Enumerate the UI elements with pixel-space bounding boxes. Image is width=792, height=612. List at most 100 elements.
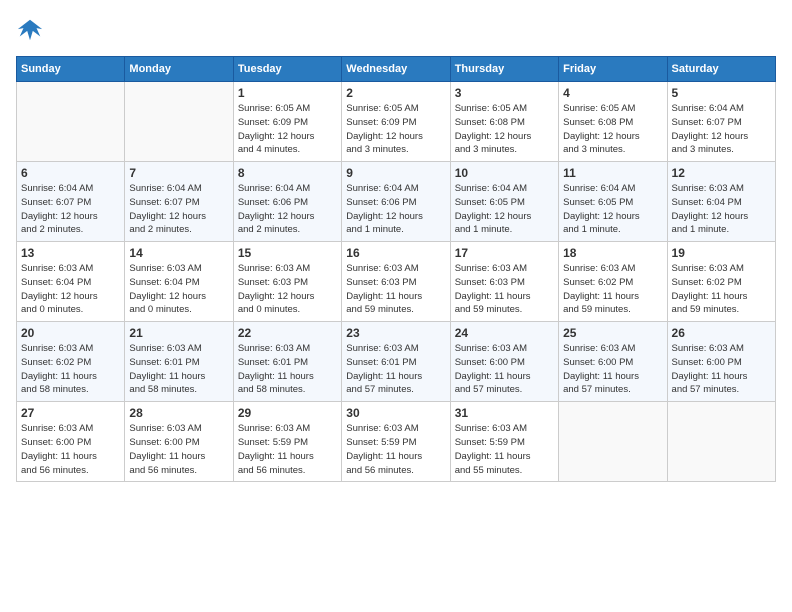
day-info: Sunrise: 6:03 AM Sunset: 6:01 PM Dayligh…	[346, 342, 445, 397]
calendar-day-cell: 7 Sunrise: 6:04 AM Sunset: 6:07 PM Daylig…	[125, 162, 233, 242]
day-info: Sunrise: 6:03 AM Sunset: 5:59 PM Dayligh…	[238, 422, 337, 477]
day-number: 12	[672, 166, 771, 180]
calendar-day-cell: 15 Sunrise: 6:03 AM Sunset: 6:03 PM Dayli…	[233, 242, 341, 322]
calendar-day-cell	[667, 402, 775, 482]
calendar-day-cell: 11 Sunrise: 6:04 AM Sunset: 6:05 PM Dayli…	[559, 162, 667, 242]
weekday-header-cell: Wednesday	[342, 57, 450, 82]
day-number: 19	[672, 246, 771, 260]
day-number: 31	[455, 406, 554, 420]
day-info: Sunrise: 6:03 AM Sunset: 6:00 PM Dayligh…	[563, 342, 662, 397]
day-info: Sunrise: 6:05 AM Sunset: 6:09 PM Dayligh…	[346, 102, 445, 157]
day-info: Sunrise: 6:04 AM Sunset: 6:05 PM Dayligh…	[563, 182, 662, 237]
calendar-day-cell: 10 Sunrise: 6:04 AM Sunset: 6:05 PM Dayli…	[450, 162, 558, 242]
day-number: 8	[238, 166, 337, 180]
calendar-day-cell: 5 Sunrise: 6:04 AM Sunset: 6:07 PM Daylig…	[667, 82, 775, 162]
calendar-day-cell	[559, 402, 667, 482]
calendar-week-row: 20 Sunrise: 6:03 AM Sunset: 6:02 PM Dayli…	[17, 322, 776, 402]
day-info: Sunrise: 6:03 AM Sunset: 6:02 PM Dayligh…	[563, 262, 662, 317]
calendar-day-cell	[17, 82, 125, 162]
logo	[16, 16, 48, 44]
calendar-body: 1 Sunrise: 6:05 AM Sunset: 6:09 PM Daylig…	[17, 82, 776, 482]
weekday-header-cell: Saturday	[667, 57, 775, 82]
calendar-day-cell: 2 Sunrise: 6:05 AM Sunset: 6:09 PM Daylig…	[342, 82, 450, 162]
weekday-header-row: SundayMondayTuesdayWednesdayThursdayFrid…	[17, 57, 776, 82]
day-info: Sunrise: 6:04 AM Sunset: 6:07 PM Dayligh…	[129, 182, 228, 237]
day-number: 5	[672, 86, 771, 100]
calendar-week-row: 1 Sunrise: 6:05 AM Sunset: 6:09 PM Daylig…	[17, 82, 776, 162]
day-info: Sunrise: 6:04 AM Sunset: 6:06 PM Dayligh…	[346, 182, 445, 237]
day-info: Sunrise: 6:04 AM Sunset: 6:05 PM Dayligh…	[455, 182, 554, 237]
day-number: 27	[21, 406, 120, 420]
calendar-day-cell: 9 Sunrise: 6:04 AM Sunset: 6:06 PM Daylig…	[342, 162, 450, 242]
day-info: Sunrise: 6:03 AM Sunset: 6:00 PM Dayligh…	[129, 422, 228, 477]
day-number: 24	[455, 326, 554, 340]
day-info: Sunrise: 6:03 AM Sunset: 6:00 PM Dayligh…	[21, 422, 120, 477]
day-number: 23	[346, 326, 445, 340]
day-info: Sunrise: 6:03 AM Sunset: 6:04 PM Dayligh…	[129, 262, 228, 317]
calendar-day-cell: 27 Sunrise: 6:03 AM Sunset: 6:00 PM Dayli…	[17, 402, 125, 482]
day-number: 28	[129, 406, 228, 420]
day-info: Sunrise: 6:03 AM Sunset: 5:59 PM Dayligh…	[346, 422, 445, 477]
calendar-week-row: 13 Sunrise: 6:03 AM Sunset: 6:04 PM Dayli…	[17, 242, 776, 322]
day-info: Sunrise: 6:05 AM Sunset: 6:08 PM Dayligh…	[563, 102, 662, 157]
calendar-day-cell: 6Sunrise: 6:04 AM Sunset: 6:07 PM Daylig…	[17, 162, 125, 242]
calendar-day-cell: 18 Sunrise: 6:03 AM Sunset: 6:02 PM Dayli…	[559, 242, 667, 322]
calendar-week-row: 6Sunrise: 6:04 AM Sunset: 6:07 PM Daylig…	[17, 162, 776, 242]
day-number: 2	[346, 86, 445, 100]
day-number: 14	[129, 246, 228, 260]
calendar-day-cell: 16 Sunrise: 6:03 AM Sunset: 6:03 PM Dayli…	[342, 242, 450, 322]
day-info: Sunrise: 6:05 AM Sunset: 6:09 PM Dayligh…	[238, 102, 337, 157]
day-number: 10	[455, 166, 554, 180]
day-number: 29	[238, 406, 337, 420]
calendar-day-cell: 24 Sunrise: 6:03 AM Sunset: 6:00 PM Dayli…	[450, 322, 558, 402]
calendar-day-cell	[125, 82, 233, 162]
day-info: Sunrise: 6:03 AM Sunset: 6:01 PM Dayligh…	[238, 342, 337, 397]
weekday-header-cell: Friday	[559, 57, 667, 82]
day-info: Sunrise: 6:03 AM Sunset: 6:03 PM Dayligh…	[238, 262, 337, 317]
day-number: 7	[129, 166, 228, 180]
day-number: 3	[455, 86, 554, 100]
day-number: 9	[346, 166, 445, 180]
day-info: Sunrise: 6:03 AM Sunset: 6:02 PM Dayligh…	[21, 342, 120, 397]
calendar-day-cell: 13Sunrise: 6:03 AM Sunset: 6:04 PM Dayli…	[17, 242, 125, 322]
day-number: 16	[346, 246, 445, 260]
day-number: 17	[455, 246, 554, 260]
calendar-day-cell: 20 Sunrise: 6:03 AM Sunset: 6:02 PM Dayli…	[17, 322, 125, 402]
calendar-day-cell: 17Sunrise: 6:03 AM Sunset: 6:03 PM Dayli…	[450, 242, 558, 322]
day-info: Sunrise: 6:03 AM Sunset: 6:00 PM Dayligh…	[672, 342, 771, 397]
day-number: 11	[563, 166, 662, 180]
day-info: Sunrise: 6:03 AM Sunset: 6:02 PM Dayligh…	[672, 262, 771, 317]
weekday-header-cell: Thursday	[450, 57, 558, 82]
calendar-day-cell: 26 Sunrise: 6:03 AM Sunset: 6:00 PM Dayli…	[667, 322, 775, 402]
day-number: 13	[21, 246, 120, 260]
day-info: Sunrise: 6:04 AM Sunset: 6:07 PM Dayligh…	[672, 102, 771, 157]
calendar-day-cell: 21Sunrise: 6:03 AM Sunset: 6:01 PM Dayli…	[125, 322, 233, 402]
day-number: 18	[563, 246, 662, 260]
day-number: 20	[21, 326, 120, 340]
calendar-day-cell: 8 Sunrise: 6:04 AM Sunset: 6:06 PM Daylig…	[233, 162, 341, 242]
calendar-week-row: 27 Sunrise: 6:03 AM Sunset: 6:00 PM Dayli…	[17, 402, 776, 482]
calendar-day-cell: 4Sunrise: 6:05 AM Sunset: 6:08 PM Daylig…	[559, 82, 667, 162]
day-number: 26	[672, 326, 771, 340]
weekday-header-cell: Sunday	[17, 57, 125, 82]
day-info: Sunrise: 6:04 AM Sunset: 6:07 PM Dayligh…	[21, 182, 120, 237]
day-number: 1	[238, 86, 337, 100]
day-info: Sunrise: 6:03 AM Sunset: 6:04 PM Dayligh…	[672, 182, 771, 237]
weekday-header-cell: Tuesday	[233, 57, 341, 82]
day-number: 15	[238, 246, 337, 260]
calendar-day-cell: 29 Sunrise: 6:03 AM Sunset: 5:59 PM Dayli…	[233, 402, 341, 482]
calendar-day-cell: 31 Sunrise: 6:03 AM Sunset: 5:59 PM Dayli…	[450, 402, 558, 482]
day-info: Sunrise: 6:03 AM Sunset: 6:01 PM Dayligh…	[129, 342, 228, 397]
calendar-day-cell: 22Sunrise: 6:03 AM Sunset: 6:01 PM Dayli…	[233, 322, 341, 402]
calendar-day-cell: 12 Sunrise: 6:03 AM Sunset: 6:04 PM Dayli…	[667, 162, 775, 242]
day-info: Sunrise: 6:03 AM Sunset: 5:59 PM Dayligh…	[455, 422, 554, 477]
day-number: 30	[346, 406, 445, 420]
logo-bird-icon	[16, 16, 44, 44]
day-info: Sunrise: 6:04 AM Sunset: 6:06 PM Dayligh…	[238, 182, 337, 237]
calendar-day-cell: 28 Sunrise: 6:03 AM Sunset: 6:00 PM Dayli…	[125, 402, 233, 482]
day-info: Sunrise: 6:03 AM Sunset: 6:00 PM Dayligh…	[455, 342, 554, 397]
weekday-header-cell: Monday	[125, 57, 233, 82]
day-info: Sunrise: 6:03 AM Sunset: 6:03 PM Dayligh…	[346, 262, 445, 317]
calendar-day-cell: 14 Sunrise: 6:03 AM Sunset: 6:04 PM Dayli…	[125, 242, 233, 322]
calendar-day-cell: 30 Sunrise: 6:03 AM Sunset: 5:59 PM Dayli…	[342, 402, 450, 482]
